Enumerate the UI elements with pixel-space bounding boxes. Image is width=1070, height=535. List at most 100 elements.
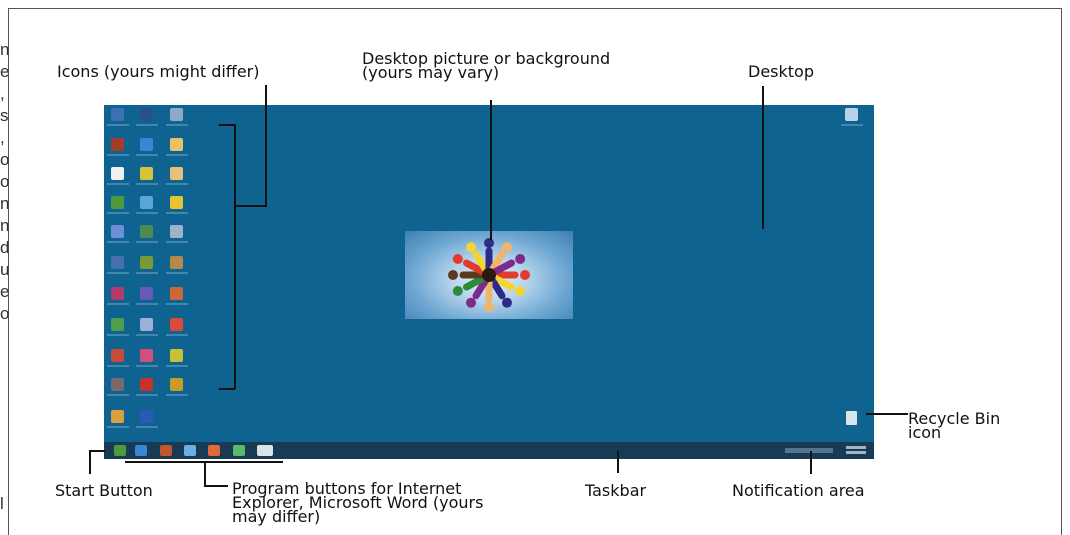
edge-letter: n xyxy=(0,40,10,59)
app-icon[interactable] xyxy=(170,225,183,238)
app-icon[interactable] xyxy=(140,225,153,238)
start-button-icon[interactable] xyxy=(114,445,126,456)
edge-letter: n xyxy=(0,194,10,213)
app-taskbar-icon[interactable] xyxy=(257,445,273,456)
figure-head xyxy=(466,297,476,308)
app-icon[interactable] xyxy=(111,108,124,121)
desktop-icon-label xyxy=(107,154,129,156)
app-icon[interactable] xyxy=(170,349,183,362)
figure-head xyxy=(520,270,530,280)
ie-taskbar-icon[interactable] xyxy=(135,445,147,456)
app-icon[interactable] xyxy=(170,108,183,121)
app-icon[interactable] xyxy=(140,108,153,121)
figure-head xyxy=(452,286,463,296)
desktop-icon-label xyxy=(136,272,158,274)
app-icon[interactable] xyxy=(111,287,124,300)
desktop-icon-label xyxy=(166,241,188,243)
app-taskbar-icon[interactable] xyxy=(208,445,220,456)
desktop-icon-label xyxy=(107,303,129,305)
notification-tray-icons xyxy=(785,448,833,453)
app-icon[interactable] xyxy=(111,349,124,362)
icons-callout xyxy=(234,205,266,207)
clock-display xyxy=(844,444,868,456)
app-icon[interactable] xyxy=(170,378,183,391)
desktop-icon-label xyxy=(166,334,188,336)
edge-letter: l xyxy=(0,494,4,513)
figure-hub xyxy=(482,268,496,282)
desktop-icon-label xyxy=(136,303,158,305)
icons-callout xyxy=(265,85,267,207)
app-icon[interactable] xyxy=(140,196,153,209)
edge-letter: n xyxy=(0,216,10,235)
app-icon[interactable] xyxy=(170,287,183,300)
app-icon[interactable] xyxy=(111,167,124,180)
edge-letter: d xyxy=(0,238,10,257)
app-taskbar-icon[interactable] xyxy=(160,445,172,456)
desktop-icon-label xyxy=(166,272,188,274)
app-icon[interactable] xyxy=(111,225,124,238)
desktop-icon-label xyxy=(166,303,188,305)
icons-bracket xyxy=(219,388,235,390)
background-callout xyxy=(490,100,492,240)
desktop-icon-label xyxy=(166,154,188,156)
app-icon[interactable] xyxy=(140,349,153,362)
desktop-icon-label xyxy=(107,183,129,185)
ie-icon[interactable] xyxy=(140,138,153,151)
check-icon[interactable] xyxy=(170,196,183,209)
desktop-icon-label xyxy=(166,183,188,185)
app-icon[interactable] xyxy=(140,256,153,269)
desktop-icon-label xyxy=(136,241,158,243)
app-icon[interactable] xyxy=(170,318,183,331)
icons-label: Icons (yours might differ) xyxy=(57,62,260,81)
figure-head xyxy=(515,254,526,264)
program-buttons-label-line3: may differ) xyxy=(232,507,321,526)
desktop-icon-label xyxy=(136,394,158,396)
desktop-icon-label xyxy=(136,124,158,126)
app-taskbar-icon[interactable] xyxy=(184,445,196,456)
notification-area-callout xyxy=(810,451,812,474)
app-icon[interactable] xyxy=(111,256,124,269)
recycle-bin-callout xyxy=(866,413,908,415)
edge-letter: e xyxy=(0,282,10,301)
desktop-icon-label xyxy=(136,365,158,367)
app-icon[interactable] xyxy=(111,138,124,151)
app-taskbar-icon[interactable] xyxy=(233,445,245,456)
desktop-icon-label xyxy=(136,334,158,336)
program-buttons-callout xyxy=(204,461,206,486)
recycle-bin-label-line2: icon xyxy=(908,423,942,442)
figure-head xyxy=(484,302,494,312)
app-icon[interactable] xyxy=(111,318,124,331)
app-icon[interactable] xyxy=(111,378,124,391)
desktop-callout xyxy=(762,86,764,229)
figure-head xyxy=(484,238,494,248)
start-button-label: Start Button xyxy=(55,481,153,500)
app-icon[interactable] xyxy=(111,196,124,209)
app-icon[interactable] xyxy=(140,318,153,331)
figure-head xyxy=(466,242,476,253)
program-buttons-callout xyxy=(204,485,228,487)
figure-head xyxy=(452,254,463,264)
desktop-label: Desktop xyxy=(748,62,814,81)
desktop-icon-label xyxy=(107,394,129,396)
app-icon[interactable] xyxy=(170,138,183,151)
taskbar-label: Taskbar xyxy=(585,481,647,500)
background-label-line2: (yours may vary) xyxy=(362,63,500,82)
app-icon[interactable] xyxy=(140,287,153,300)
app-icon[interactable] xyxy=(170,167,183,180)
app-icon[interactable] xyxy=(140,167,153,180)
app-icon[interactable] xyxy=(140,410,153,423)
desktop-icon-label xyxy=(107,334,129,336)
app-icon[interactable] xyxy=(111,410,124,423)
start-button-callout xyxy=(89,450,91,474)
app-icon[interactable] xyxy=(170,256,183,269)
figure-head xyxy=(515,286,526,296)
edge-letter: s xyxy=(0,106,9,125)
figure-head xyxy=(502,297,512,308)
desktop-corner-icon xyxy=(845,108,858,121)
desktop-icon-label xyxy=(107,426,129,428)
desktop-icon-label xyxy=(136,426,158,428)
notification-area-label: Notification area xyxy=(732,481,865,500)
people-circle-image xyxy=(448,238,530,312)
app-icon[interactable] xyxy=(140,378,153,391)
desktop-icon-label xyxy=(107,272,129,274)
